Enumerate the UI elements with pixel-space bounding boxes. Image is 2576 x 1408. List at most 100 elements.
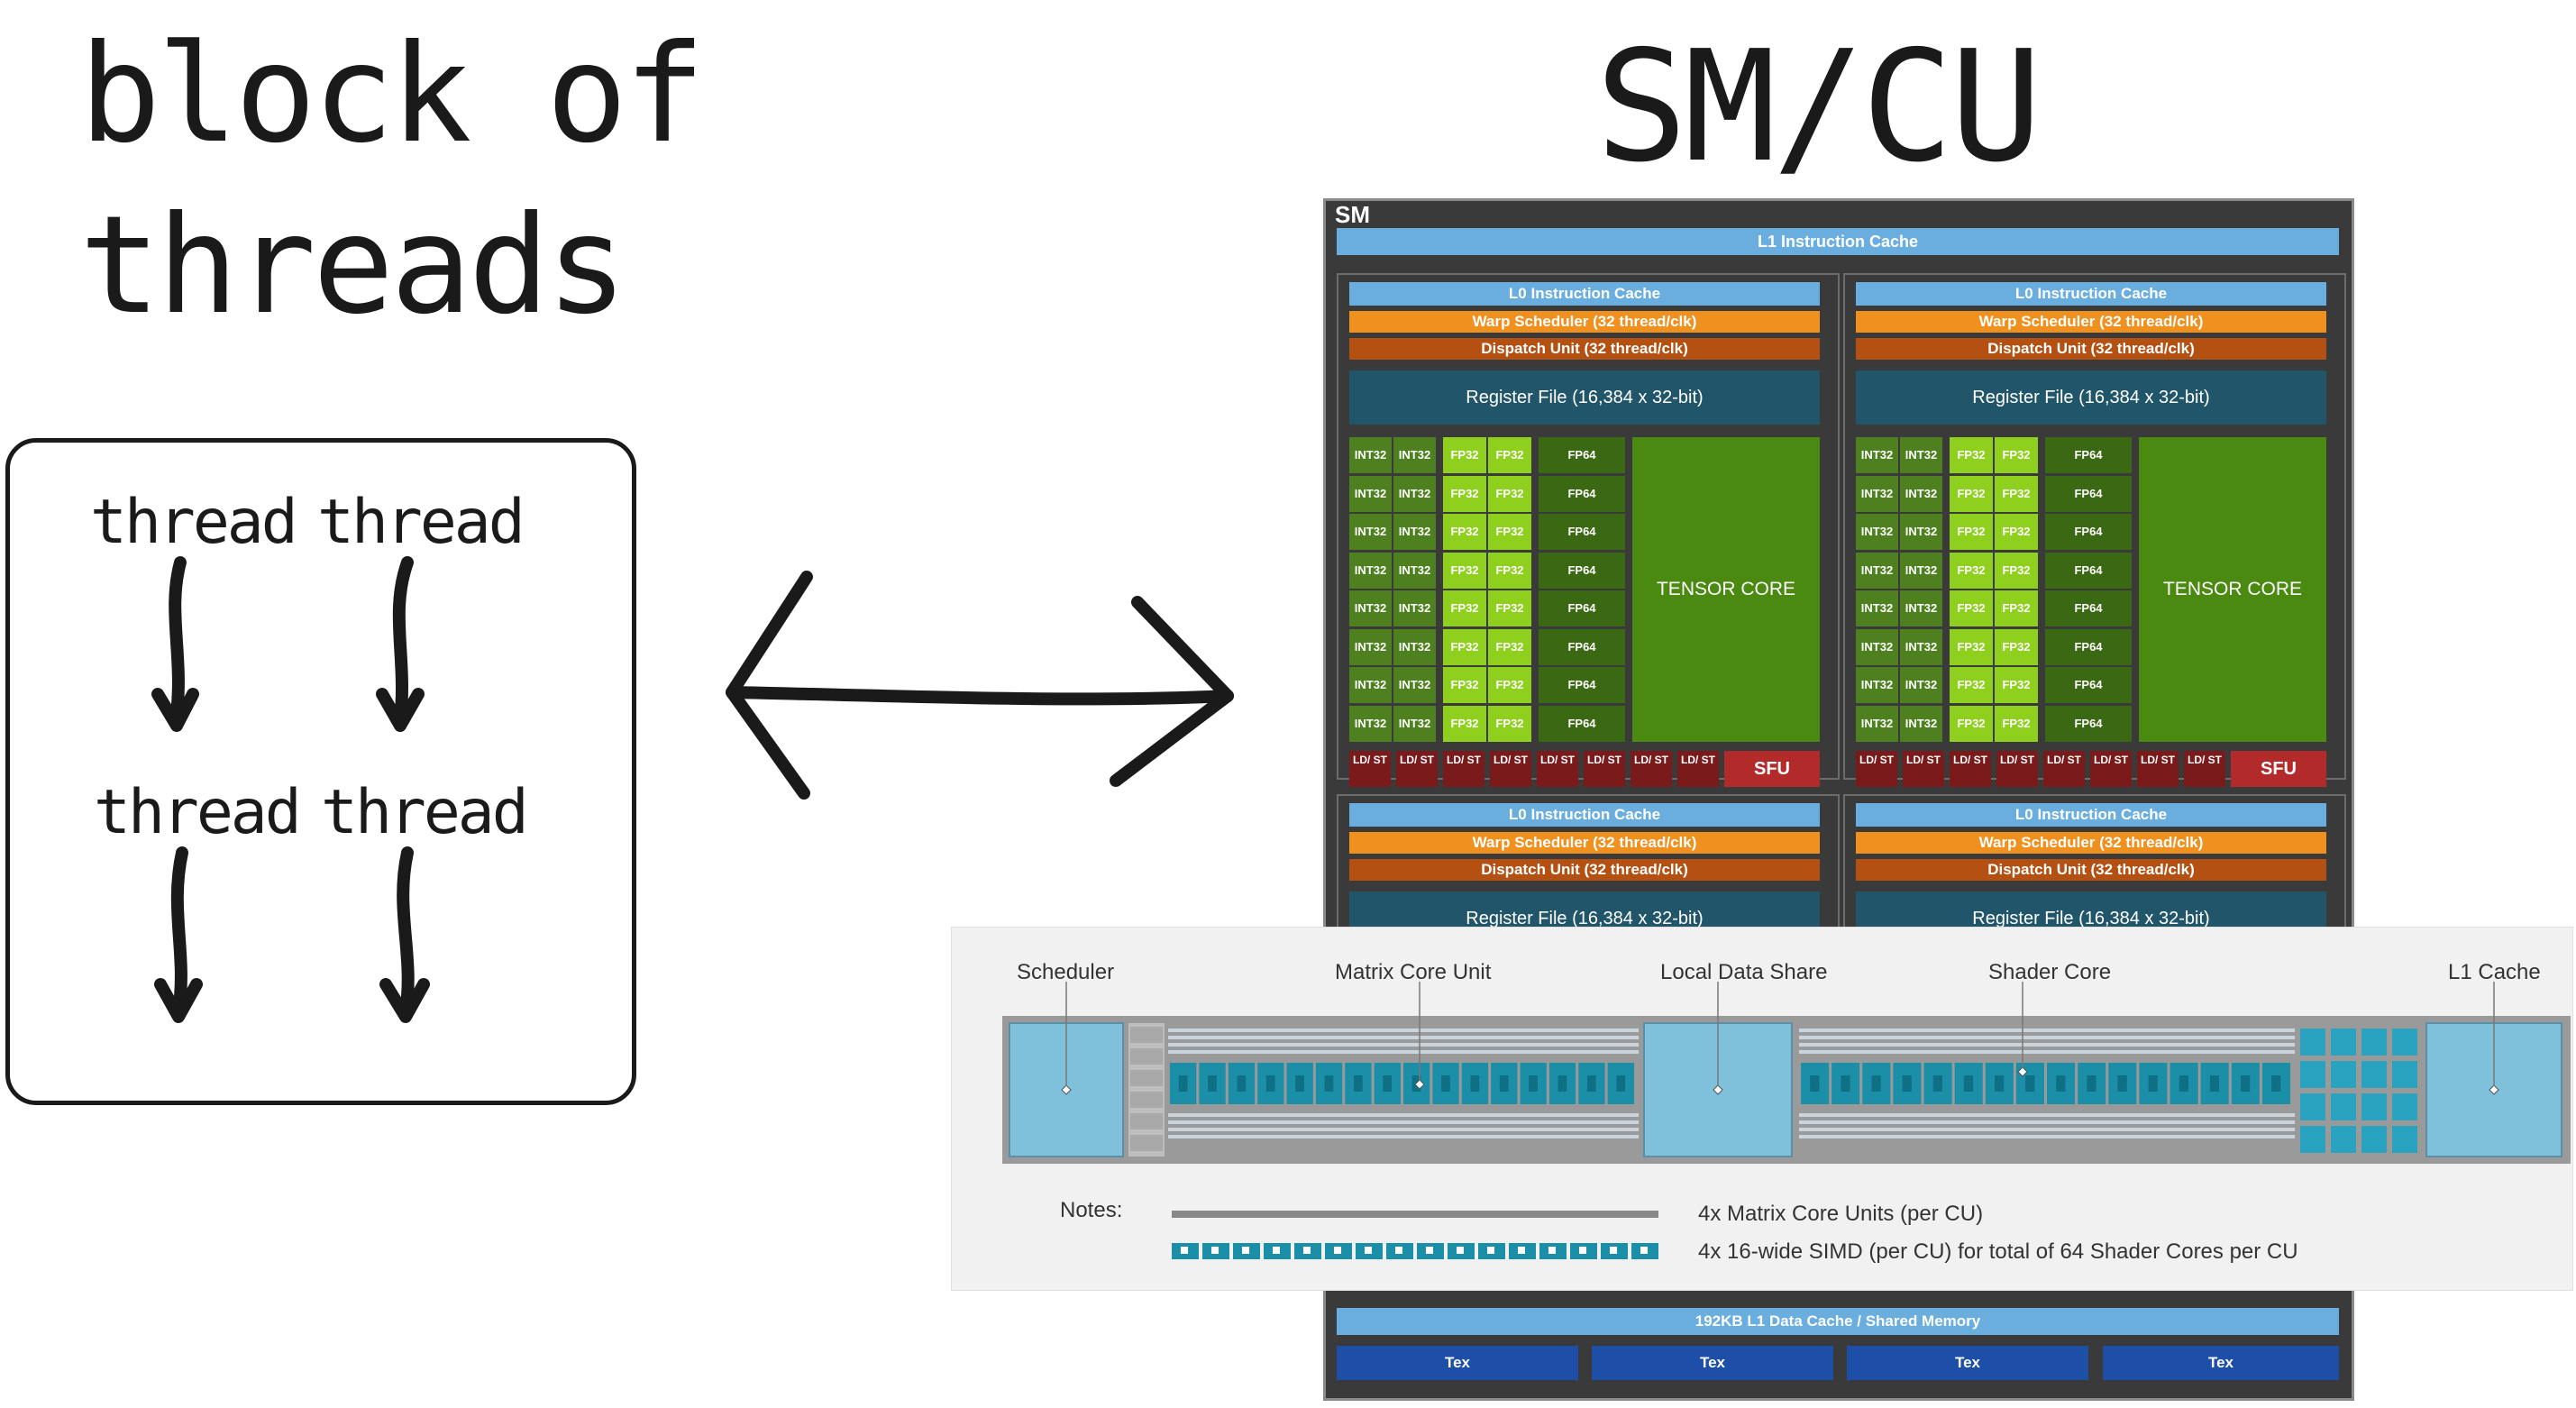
- simd-lane-mark: [1208, 1075, 1217, 1092]
- fp32-core: FP32: [1488, 705, 1531, 742]
- int32-core: INT32: [1393, 667, 1436, 703]
- simd-lane-mark: [1499, 1075, 1509, 1092]
- simd-lane-mark: [2179, 1075, 2188, 1092]
- down-arrow-icon: [170, 846, 188, 1018]
- fp64-core: FP64: [2045, 705, 2132, 742]
- int32-core: INT32: [1900, 590, 1942, 626]
- fp32-core: FP32: [1950, 552, 1993, 589]
- fp32-core: FP32: [1995, 475, 2038, 512]
- int32-core: INT32: [1900, 552, 1942, 589]
- simd-lane-mark: [1265, 1075, 1275, 1092]
- int32-core: INT32: [1349, 475, 1392, 512]
- simd-lane-mark: [1902, 1075, 1912, 1092]
- fp32-core: FP32: [1950, 628, 1993, 665]
- simd-lane-mark: [1616, 1075, 1626, 1092]
- fp32-core: FP32: [1950, 437, 1993, 473]
- fp32-core: FP32: [1995, 667, 2038, 703]
- fp64-core: FP64: [2045, 475, 2132, 512]
- sfu-unit: SFU: [1724, 751, 1820, 787]
- down-arrow-icon: [169, 556, 187, 727]
- simd-lane-mark: [1237, 1075, 1247, 1092]
- l1-cache-cell: [2331, 1093, 2356, 1120]
- simd-lane-mark: [2209, 1075, 2220, 1092]
- simd-lane-mark: [1871, 1075, 1881, 1092]
- fp64-core: FP64: [1539, 552, 1625, 589]
- matrix-core-lane: [1799, 1113, 2295, 1117]
- l1-cache-cell: [2392, 1061, 2417, 1088]
- simd-lane-mark: [1353, 1075, 1363, 1092]
- scheduler-slot: [1130, 1070, 1163, 1086]
- simd-lane-mark: [2240, 1075, 2251, 1092]
- fp64-core: FP64: [2045, 667, 2132, 703]
- simd-lane-mark: [1324, 1075, 1334, 1092]
- simd-legend-dot: [1426, 1247, 1433, 1254]
- warp-scheduler: Warp Scheduler (32 thread/clk): [1856, 311, 2326, 333]
- scheduler-slot: [1130, 1027, 1163, 1043]
- ldst-unit: LD/ ST: [1537, 751, 1578, 787]
- dispatch-unit: Dispatch Unit (32 thread/clk): [1856, 859, 2326, 881]
- int32-core: INT32: [1856, 437, 1898, 473]
- double-arrow-icon: [726, 571, 813, 800]
- fp32-core: FP32: [1995, 552, 2038, 589]
- dispatch-unit: Dispatch Unit (32 thread/clk): [1349, 859, 1820, 881]
- int32-core: INT32: [1900, 437, 1942, 473]
- l1-cache-cell: [2361, 1093, 2387, 1120]
- ldst-unit: LD/ ST: [1443, 751, 1484, 787]
- fp32-core: FP32: [1443, 628, 1486, 665]
- l1-cache-cell: [2300, 1093, 2325, 1120]
- fp64-core: FP64: [2045, 628, 2132, 665]
- int32-core: INT32: [1393, 590, 1436, 626]
- simd-lane-mark: [1810, 1075, 1820, 1092]
- scheduler-slot: [1130, 1092, 1163, 1108]
- simd-lane-mark: [2025, 1075, 2035, 1092]
- simd-legend-dot: [1640, 1247, 1648, 1254]
- simd-legend-dot: [1487, 1247, 1494, 1254]
- register-file: Register File (16,384 x 32-bit): [1856, 370, 2326, 425]
- int32-core: INT32: [1349, 514, 1392, 550]
- fp32-core: FP32: [1443, 590, 1486, 626]
- simd-legend-dot: [1365, 1247, 1372, 1254]
- int32-core: INT32: [1900, 514, 1942, 550]
- ldst-unit: LD/ ST: [1950, 751, 1991, 787]
- fp32-core: FP32: [1443, 552, 1486, 589]
- fp32-core: FP32: [1995, 628, 2038, 665]
- simd-lane-mark: [1932, 1075, 1942, 1092]
- ldst-unit: LD/ ST: [1584, 751, 1625, 787]
- ldst-unit: LD/ ST: [2043, 751, 2085, 787]
- note-matrix-core: 4x Matrix Core Units (per CU): [1698, 1202, 1984, 1226]
- fp64-core: FP64: [1539, 437, 1625, 473]
- int32-core: INT32: [1349, 590, 1392, 626]
- fp64-core: FP64: [2045, 552, 2132, 589]
- l1-cache-cell: [2392, 1126, 2417, 1153]
- int32-core: INT32: [1393, 628, 1436, 665]
- fp32-core: FP32: [1443, 705, 1486, 742]
- fp32-core: FP32: [1443, 514, 1486, 550]
- int32-core: INT32: [1349, 437, 1392, 473]
- simd-lane-mark: [1470, 1075, 1480, 1092]
- fp32-core: FP32: [1488, 628, 1531, 665]
- l1-instruction-cache: L1 Instruction Cache: [1337, 228, 2339, 255]
- int32-core: INT32: [1856, 475, 1898, 512]
- fp64-core: FP64: [1539, 475, 1625, 512]
- cu-diagram: Scheduler Matrix Core Unit Local Data Sh…: [951, 927, 2573, 1291]
- l1-cache-cell: [2331, 1061, 2356, 1088]
- simd-lane-mark: [1586, 1075, 1596, 1092]
- int32-core: INT32: [1393, 552, 1436, 589]
- simd-lane-mark: [1994, 1075, 2005, 1092]
- scheduler-slot: [1130, 1135, 1163, 1151]
- matrix-core-lane: [1168, 1113, 1639, 1117]
- fp32-core: FP32: [1950, 590, 1993, 626]
- fp32-core: FP32: [1488, 514, 1531, 550]
- matrix-core-lane: [1168, 1050, 1639, 1054]
- fp32-core: FP32: [1488, 475, 1531, 512]
- l1-cache-cell: [2331, 1126, 2356, 1153]
- fp32-core: FP32: [1443, 437, 1486, 473]
- simd-lane-mark: [2117, 1075, 2127, 1092]
- down-arrow-icon: [392, 556, 414, 727]
- fp32-core: FP32: [1488, 590, 1531, 626]
- tensor-core: TENSOR CORE: [2139, 437, 2326, 742]
- matrix-core-lane: [1168, 1036, 1639, 1039]
- simd-legend-dot: [1610, 1247, 1617, 1254]
- int32-core: INT32: [1900, 667, 1942, 703]
- fp64-core: FP64: [1539, 628, 1625, 665]
